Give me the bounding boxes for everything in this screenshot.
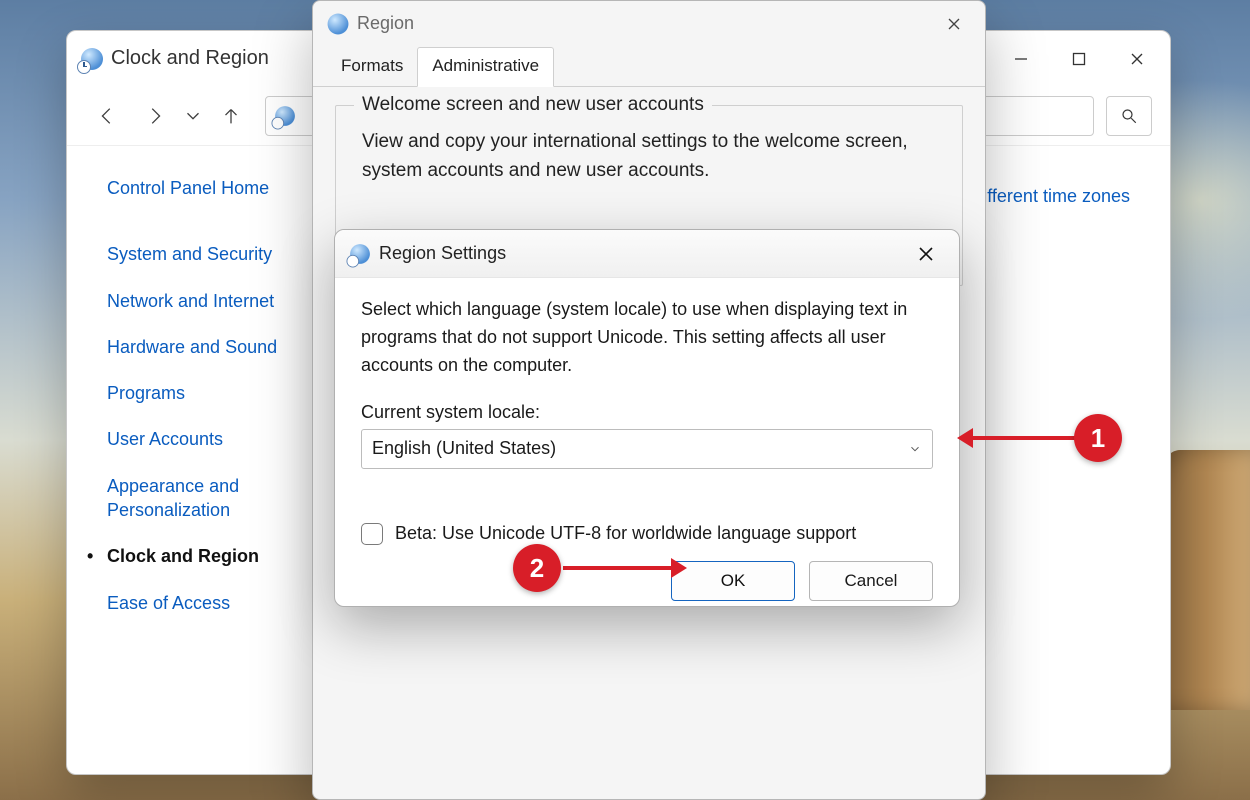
tab-formats[interactable]: Formats [327, 48, 417, 86]
tab-administrative[interactable]: Administrative [417, 47, 554, 87]
callout-arrow-2 [563, 566, 673, 570]
utf8-beta-label: Beta: Use Unicode UTF-8 for worldwide la… [395, 523, 856, 544]
sidebar-item-ease-of-access[interactable]: Ease of Access [107, 591, 292, 615]
addressbar-icon [275, 106, 295, 126]
region-settings-titlebar: Region Settings [335, 230, 959, 278]
welcome-screen-group-label: Welcome screen and new user accounts [354, 94, 712, 116]
sidebar-item-clock-region[interactable]: Clock and Region [107, 544, 292, 568]
chevron-down-icon [908, 442, 922, 456]
system-locale-select[interactable]: English (United States) [361, 429, 933, 469]
system-locale-label: Current system locale: [361, 402, 933, 423]
system-locale-value: English (United States) [372, 438, 556, 459]
callout-badge-2: 2 [513, 544, 561, 592]
utf8-beta-checkbox[interactable] [361, 523, 383, 545]
sidebar-control-panel-home[interactable]: Control Panel Home [107, 176, 292, 200]
different-time-zones-link[interactable]: different time zones [973, 186, 1130, 207]
search-button[interactable] [1106, 96, 1152, 136]
welcome-screen-group-desc: View and copy your international setting… [362, 128, 922, 185]
sidebar-item-network-internet[interactable]: Network and Internet [107, 289, 292, 313]
sidebar-item-user-accounts[interactable]: User Accounts [107, 427, 292, 451]
region-settings-icon [350, 244, 370, 264]
callout-badge-1: 1 [1074, 414, 1122, 462]
up-button[interactable] [209, 94, 253, 138]
sidebar-item-programs[interactable]: Programs [107, 381, 292, 405]
control-panel-sidebar: Control Panel Home System and Security N… [67, 146, 292, 774]
ok-button[interactable]: OK [671, 561, 795, 601]
callout-arrow-1 [971, 436, 1075, 440]
desktop-wallpaper: Clock and Region Control Panel Home Syst… [0, 0, 1250, 800]
maximize-button[interactable] [1050, 36, 1108, 81]
minimize-button[interactable] [992, 36, 1050, 81]
sidebar-item-hardware-sound[interactable]: Hardware and Sound [107, 335, 292, 359]
recent-locations-button[interactable] [181, 94, 205, 138]
sidebar-item-appearance[interactable]: Appearance and Personalization [107, 474, 292, 523]
region-settings-description: Select which language (system locale) to… [361, 296, 933, 380]
region-tabstrip: Formats Administrative [313, 46, 985, 87]
region-title: Region [357, 13, 414, 34]
region-icon [328, 13, 349, 34]
region-settings-close-button[interactable] [901, 234, 951, 274]
sidebar-item-system-security[interactable]: System and Security [107, 242, 292, 266]
region-titlebar: Region [313, 1, 985, 46]
back-button[interactable] [85, 94, 129, 138]
forward-button[interactable] [133, 94, 177, 138]
clock-region-icon [81, 48, 103, 70]
control-panel-title: Clock and Region [111, 47, 269, 70]
cancel-button[interactable]: Cancel [809, 561, 933, 601]
region-settings-dialog: Region Settings Select which language (s… [334, 229, 960, 607]
region-close-button[interactable] [929, 4, 979, 44]
region-settings-title: Region Settings [379, 243, 506, 264]
close-button[interactable] [1108, 36, 1166, 81]
